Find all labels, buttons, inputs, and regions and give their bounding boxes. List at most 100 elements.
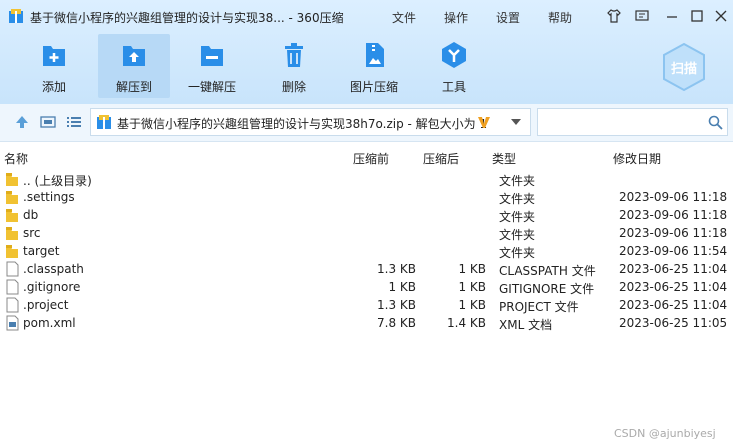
file-date: 2023-09-06 11:18 xyxy=(619,208,728,222)
file-size-before: 7.8 KB xyxy=(377,316,416,330)
file-row[interactable]: .settings 文件夹 2023-09-06 11:18 xyxy=(0,188,733,206)
tools-button[interactable]: 工具 xyxy=(418,34,490,98)
file-type: 文件夹 xyxy=(499,228,536,242)
file-name: db xyxy=(23,208,39,222)
file-type: PROJECT 文件 xyxy=(499,300,579,314)
image-compress-icon xyxy=(366,43,384,67)
app-logo-icon xyxy=(9,9,23,23)
xml-file-icon xyxy=(6,315,19,331)
maximize-icon[interactable] xyxy=(689,8,705,24)
path-field[interactable]: 基于微信小程序的兴趣组管理的设计与实现38h7o.zip - 解包大小为 1 xyxy=(90,108,531,136)
minimize-icon[interactable] xyxy=(664,8,680,24)
file-date: 2023-06-25 11:04 xyxy=(619,262,728,276)
file-size-after: 1 KB xyxy=(458,298,486,312)
watermark-text: CSDN @ajunbiyesj xyxy=(614,427,716,440)
folder-icon xyxy=(6,227,18,240)
file-name: .. (上级目录) xyxy=(23,174,92,188)
file-size-after: 1 KB xyxy=(458,280,486,294)
skin-shirt-icon[interactable] xyxy=(606,8,622,24)
tools-label: 工具 xyxy=(441,80,466,94)
file-row[interactable]: .project 1.3 KB 1 KB PROJECT 文件 2023-06-25 1… xyxy=(0,296,733,314)
feedback-icon[interactable] xyxy=(634,8,650,24)
file-row[interactable]: src 文件夹 2023-09-06 11:18 xyxy=(0,224,733,242)
chevron-down-icon[interactable] xyxy=(511,118,521,126)
search-icon[interactable] xyxy=(708,115,723,130)
one-click-extract-icon xyxy=(201,46,223,66)
add-button[interactable]: 添加 xyxy=(18,34,90,98)
thumbnail-view-icon[interactable] xyxy=(40,114,56,130)
column-header-type[interactable]: 类型 xyxy=(492,150,516,167)
file-icon xyxy=(6,279,19,295)
extract-to-button[interactable]: 解压到 xyxy=(98,34,170,98)
scan-label: 扫描 xyxy=(671,62,698,77)
file-type: 文件夹 xyxy=(499,246,536,260)
add-label: 添加 xyxy=(41,80,66,94)
file-row[interactable]: target 文件夹 2023-09-06 11:54 xyxy=(0,242,733,260)
menu-help[interactable]: 帮助 xyxy=(548,9,572,26)
extract-to-label: 解压到 xyxy=(115,80,152,94)
menu-file[interactable]: 文件 xyxy=(392,9,416,26)
scan-button[interactable]: 扫描 xyxy=(660,42,708,92)
file-type: GITIGNORE 文件 xyxy=(499,282,595,296)
file-date: 2023-06-25 11:04 xyxy=(619,298,728,312)
image-compress-label: 图片压缩 xyxy=(349,80,398,94)
file-type: XML 文档 xyxy=(499,318,553,332)
file-row[interactable]: db 文件夹 2023-09-06 11:18 xyxy=(0,206,733,224)
extract-to-icon xyxy=(123,46,145,66)
trash-icon xyxy=(285,43,303,67)
file-size-after: 1.4 KB xyxy=(447,316,486,330)
title-bar: 基于微信小程序的兴趣组管理的设计与实现38... - 360压缩 文件 操作 设… xyxy=(0,0,733,32)
tools-icon xyxy=(442,42,466,68)
column-header-name[interactable]: 名称 xyxy=(4,150,28,167)
file-type: CLASSPATH 文件 xyxy=(499,264,596,278)
file-row[interactable]: .classpath 1.3 KB 1 KB CLASSPATH 文件 2023-06-… xyxy=(0,260,733,278)
file-size-before: 1 KB xyxy=(388,280,416,294)
one-click-extract-button[interactable]: 一键解压 xyxy=(176,34,248,98)
image-compress-button[interactable]: 图片压缩 xyxy=(338,34,410,98)
folder-icon xyxy=(6,209,18,222)
up-arrow-icon[interactable] xyxy=(14,114,30,130)
file-name: .classpath xyxy=(23,262,84,276)
column-header-date[interactable]: 修改日期 xyxy=(613,150,661,167)
file-row[interactable]: .gitignore 1 KB 1 KB GITIGNORE 文件 2023-06-25… xyxy=(0,278,733,296)
file-type: 文件夹 xyxy=(499,210,536,224)
one-click-extract-label: 一键解压 xyxy=(187,80,236,94)
file-type: 文件夹 xyxy=(499,174,536,188)
file-date: 2023-06-25 11:05 xyxy=(619,316,728,330)
file-size-after: 1 KB xyxy=(458,262,486,276)
vip-badge-icon xyxy=(478,117,490,128)
menu-settings[interactable]: 设置 xyxy=(496,9,520,26)
folder-icon xyxy=(6,191,18,204)
search-input[interactable] xyxy=(537,108,728,136)
file-name: .gitignore xyxy=(23,280,81,294)
file-size-before: 1.3 KB xyxy=(377,262,416,276)
file-name: target xyxy=(23,244,60,258)
column-header-before[interactable]: 压缩前 xyxy=(353,150,389,167)
folder-icon xyxy=(6,245,18,258)
delete-label: 删除 xyxy=(281,80,306,94)
file-icon xyxy=(6,297,19,313)
column-header-after[interactable]: 压缩后 xyxy=(423,150,459,167)
file-row[interactable]: pom.xml 7.8 KB 1.4 KB XML 文档 2023-06-25 11:0… xyxy=(0,314,733,332)
file-row[interactable]: .. (上级目录) 文件夹 xyxy=(0,170,733,188)
path-text: 基于微信小程序的兴趣组管理的设计与实现38h7o.zip - 解包大小为 1 xyxy=(117,117,488,131)
add-file-icon xyxy=(43,46,65,66)
file-name: pom.xml xyxy=(23,316,76,330)
file-type: 文件夹 xyxy=(499,192,536,206)
file-name: src xyxy=(23,226,41,240)
close-icon[interactable] xyxy=(713,8,729,24)
file-icon xyxy=(6,261,19,277)
list-view-icon[interactable] xyxy=(66,114,82,130)
file-date: 2023-06-25 11:04 xyxy=(619,280,728,294)
zip-archive-icon xyxy=(97,115,111,129)
folder-icon xyxy=(6,173,18,186)
window-title: 基于微信小程序的兴趣组管理的设计与实现38... - 360压缩 xyxy=(30,11,344,25)
file-size-before: 1.3 KB xyxy=(377,298,416,312)
file-date: 2023-09-06 11:18 xyxy=(619,190,728,204)
file-date: 2023-09-06 11:54 xyxy=(619,244,728,258)
delete-button[interactable]: 删除 xyxy=(258,34,330,98)
file-date: 2023-09-06 11:18 xyxy=(619,226,728,240)
file-name: .project xyxy=(23,298,69,312)
file-name: .settings xyxy=(23,190,75,204)
menu-operation[interactable]: 操作 xyxy=(444,9,468,26)
